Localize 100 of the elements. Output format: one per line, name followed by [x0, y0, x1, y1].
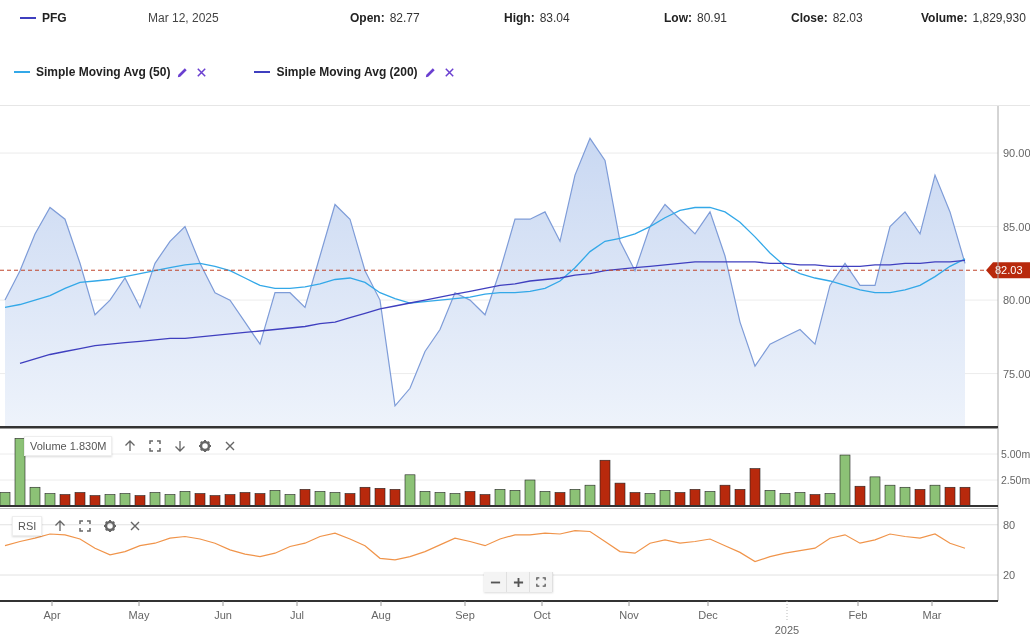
axis-label: Oct: [533, 609, 551, 621]
volume-bar: [299, 489, 311, 507]
volume-bar: [134, 495, 146, 507]
volume-bar: [689, 489, 701, 507]
stat-value: 83.04: [539, 11, 570, 25]
stat-value: 80.91: [697, 11, 728, 25]
volume-bar: [119, 493, 131, 507]
volume-bar: [779, 493, 791, 507]
volume-bar: [734, 489, 746, 507]
volume-bar: [359, 486, 371, 507]
indicator-name: Simple Moving Avg (50): [36, 65, 171, 79]
volume-bar: [824, 493, 836, 507]
volume-bar: [179, 491, 191, 507]
settings-icon[interactable]: [198, 439, 213, 453]
volume-bar: [104, 494, 116, 507]
volume-bar: [404, 474, 416, 507]
panel-label: Volume 1.830M: [24, 436, 113, 456]
volume-bar: [389, 489, 401, 507]
volume-bar: [719, 484, 731, 507]
volume-bar: [44, 493, 56, 507]
volume-bar: [494, 489, 506, 507]
axis-label: Feb: [848, 609, 868, 621]
axis-label: Aug: [371, 609, 391, 621]
volume-bar: [614, 482, 626, 507]
volume-bar: [524, 479, 536, 507]
date-label: Mar 12, 2025: [148, 11, 220, 25]
volume-bar: [674, 492, 686, 507]
symbol-label: PFG: [42, 11, 67, 25]
fullscreen-button[interactable]: [530, 572, 553, 592]
axis-label: Jun: [214, 609, 232, 621]
volume-bar: [794, 492, 806, 507]
volume-bar: [344, 493, 356, 507]
axis-label: Apr: [43, 609, 61, 621]
volume-bar: [539, 491, 551, 507]
volume-bar: [479, 494, 491, 507]
volume-bar: [194, 493, 206, 507]
volume-bar: [659, 490, 671, 507]
axis-label: May: [128, 609, 150, 621]
volume-bar: [29, 486, 41, 507]
volume-bar: [59, 494, 71, 507]
volume-bar: [839, 454, 851, 507]
axis-label: Mar: [922, 609, 942, 621]
volume-bar: [224, 494, 236, 507]
volume-bar: [554, 492, 566, 507]
stat-label: Open:: [350, 11, 385, 25]
volume-bar: [929, 484, 941, 507]
expand-icon[interactable]: [78, 519, 93, 533]
volume-bar: [449, 493, 461, 507]
volume-bar: [209, 495, 221, 507]
arrow-down-icon[interactable]: [173, 439, 188, 453]
axis-label: Sep: [455, 609, 475, 621]
plus-icon: [512, 576, 524, 588]
volume-bar: [584, 484, 596, 507]
volume-bar: [434, 492, 446, 507]
stat-label: High:: [504, 11, 535, 25]
ref-line-label: 82.03: [995, 264, 1023, 277]
volume-bar: [164, 494, 176, 507]
axis-label: 80.00: [1003, 294, 1030, 307]
zoom-in-button[interactable]: [507, 572, 530, 592]
stat-label: Low:: [664, 11, 692, 25]
volume-bar: [899, 486, 911, 507]
stat-value: 82.77: [389, 11, 420, 25]
volume-bar: [14, 438, 26, 507]
close-icon[interactable]: [442, 65, 456, 79]
volume-bar: [284, 494, 296, 507]
expand-icon[interactable]: [148, 439, 163, 453]
indicator-name: Simple Moving Avg (200): [276, 65, 418, 79]
volume-bar: [944, 486, 956, 507]
volume-bar: [599, 459, 611, 507]
volume-bar: [959, 486, 971, 507]
volume-bar: [269, 490, 281, 507]
axis-label: 80: [1003, 518, 1016, 531]
volume-bar: [809, 494, 821, 507]
volume-bar: [74, 492, 86, 507]
axis-label: Nov: [619, 609, 639, 621]
volume-bar: [89, 495, 101, 507]
close-icon[interactable]: [195, 65, 209, 79]
stat-label: Close:: [791, 11, 828, 25]
stat-value: 82.03: [832, 11, 863, 25]
volume-bar: [314, 491, 326, 507]
volume-bar: [749, 468, 761, 507]
axis-label: 90.00: [1003, 147, 1030, 160]
axis-label: 2.50m: [1001, 474, 1030, 486]
volume-bar: [629, 492, 641, 507]
settings-icon[interactable]: [103, 519, 118, 533]
volume-bar: [869, 476, 881, 507]
volume-bar: [374, 488, 386, 507]
volume-bar: [464, 491, 476, 507]
volume-bar: [884, 484, 896, 507]
panel-label: RSI: [12, 516, 43, 536]
volume-bar: [419, 491, 431, 507]
volume-bar: [914, 489, 926, 507]
expand-icon: [536, 577, 546, 587]
axis-label: Dec: [698, 609, 718, 621]
volume-bar: [239, 492, 251, 507]
volume-bar: [329, 492, 341, 507]
volume-bar: [704, 491, 716, 507]
volume-bar: [644, 493, 656, 507]
volume-bar: [764, 490, 776, 507]
axis-label: 5.00m: [1001, 448, 1030, 460]
